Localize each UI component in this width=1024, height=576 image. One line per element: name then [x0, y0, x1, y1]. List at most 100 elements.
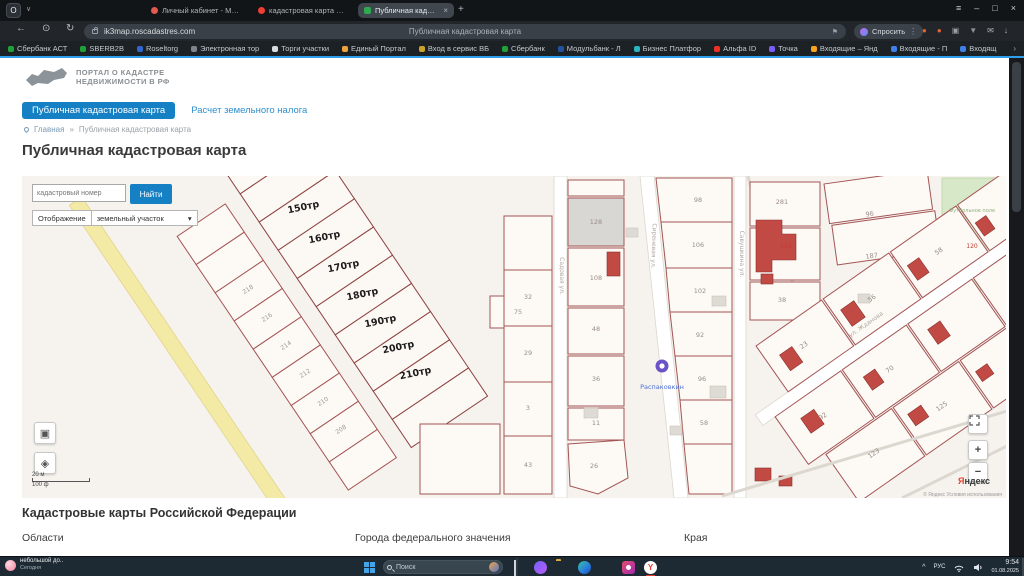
display-label: Отображение — [32, 210, 92, 226]
bookmark-item[interactable]: Входящие – Янд — [810, 44, 878, 53]
volume-icon[interactable] — [973, 563, 983, 572]
tab-favicon — [151, 7, 158, 14]
bookmarks-overflow-chevron[interactable]: › — [1013, 44, 1016, 53]
window-menu-icon[interactable]: ≡ — [956, 3, 961, 13]
map-label: 26 — [590, 462, 598, 470]
map-label: 36 — [592, 375, 600, 383]
yandex-letter: Y — [647, 562, 654, 572]
edge-icon[interactable] — [578, 560, 591, 574]
bookmark-label: Бизнес Платфор — [642, 44, 702, 53]
scrollbar-thumb[interactable] — [1012, 62, 1021, 212]
new-tab-button[interactable]: + — [458, 4, 464, 15]
hidden-icons-chevron[interactable]: ^ — [922, 564, 925, 571]
task-view-icon[interactable] — [512, 559, 525, 576]
bookmark-item[interactable]: Бизнес Платфор — [633, 44, 702, 53]
window-close-icon[interactable]: × — [1011, 3, 1016, 13]
bookmark-flag-icon[interactable]: ⚑ — [832, 28, 838, 36]
tab-1[interactable]: Личный кабинет - Мое о — [145, 3, 249, 18]
browser-logo-button[interactable]: O — [6, 3, 21, 18]
weather-icon — [5, 559, 16, 571]
tab-close-icon[interactable]: × — [443, 6, 448, 15]
site-mode-icon[interactable]: ⊙ — [42, 23, 50, 34]
map-label: 96 — [865, 209, 874, 218]
bookmark-item[interactable]: Альфа ID — [714, 44, 756, 53]
footer-link-federal-cities[interactable]: Города федерального значения — [355, 532, 511, 544]
bookmark-favicon — [714, 45, 721, 52]
footer-heading: Кадастровые карты Российской Федерации — [22, 506, 297, 520]
yandex-logo[interactable]: Яндекс — [958, 476, 990, 486]
tab-2[interactable]: кадастровая карта — Ян — [252, 3, 354, 18]
bookmark-item[interactable]: Единый Портал — [342, 44, 406, 53]
bookmark-item[interactable]: Торги участки — [272, 44, 329, 53]
map-label: 120 — [966, 243, 978, 250]
bookmark-item[interactable]: Электронная тор — [191, 44, 259, 53]
map-layers-button[interactable]: ▣ — [34, 422, 56, 444]
tab-favicon — [364, 7, 371, 14]
extension-icon-2[interactable]: ● — [937, 25, 942, 37]
store-icon[interactable] — [600, 561, 613, 574]
taskbar-clock[interactable]: 9:54 01.08.2025 — [991, 559, 1019, 575]
copilot-icon[interactable] — [534, 560, 547, 574]
taskbar-icons: Y — [512, 559, 657, 576]
cadastral-number-input[interactable] — [32, 184, 126, 202]
url-field[interactable]: ik3map.roscadastres.com Публичная кадаст… — [84, 24, 846, 39]
site-header: ПОРТАЛ О КАДАСТРЕ НЕДВИЖИМОСТИ В РФ — [24, 64, 170, 90]
map-label: 11 — [592, 419, 600, 427]
parcel[interactable] — [419, 423, 501, 495]
extension-icon-3[interactable]: ▣ — [952, 25, 960, 37]
more-options-icon[interactable]: ⋮ — [909, 27, 917, 36]
breadcrumb-home[interactable]: Главная — [34, 125, 64, 134]
bookmark-item[interactable]: Входящ — [960, 44, 996, 53]
bookmark-item[interactable]: Точка — [769, 44, 798, 53]
footer-link-krais[interactable]: Края — [684, 532, 707, 544]
cadastral-map[interactable]: 150тр 160тр 170тр 180тр 190тр 200тр 210тр 218 21… — [22, 176, 1006, 498]
chevron-down-icon: ▾ — [187, 213, 192, 223]
yandex-browser-icon[interactable]: Y — [644, 560, 657, 576]
bookmark-item[interactable]: Модульбанк - Л — [557, 44, 621, 53]
breadcrumb-current: Публичная кадастровая карта — [78, 125, 192, 134]
nav-link-land-tax[interactable]: Расчет земельного налога — [191, 105, 307, 116]
search-icon — [387, 564, 392, 570]
fullscreen-button[interactable] — [968, 414, 988, 434]
map-search-button[interactable]: Найти — [130, 184, 172, 204]
webpage: ПОРТАЛ О КАДАСТРЕ НЕДВИЖИМОСТИ В РФ Публ… — [0, 58, 1024, 556]
bookmark-item[interactable]: Вход в сервис ВБ — [418, 44, 489, 53]
bookmark-favicon — [502, 45, 509, 52]
file-explorer-icon[interactable] — [556, 561, 569, 574]
extension-icon-6[interactable]: ↓ — [1004, 25, 1008, 37]
bookmark-item[interactable]: Сбербанк АСТ — [8, 44, 67, 53]
footer-link-regions[interactable]: Области — [22, 532, 64, 544]
window-minimize-icon[interactable]: – — [974, 3, 979, 13]
extension-icon-1[interactable]: ● — [922, 25, 927, 37]
page-scrollbar[interactable] — [1009, 58, 1024, 556]
map-3d-view-button[interactable]: ◈ — [34, 452, 56, 474]
weather-widget[interactable]: небольшой до.. Сегодня — [5, 558, 63, 572]
nav-tab-public-map[interactable]: Публичная кадастровая карта — [22, 102, 176, 119]
display-select[interactable]: земельный участок ▾ — [91, 210, 198, 226]
back-icon[interactable]: ← — [16, 23, 26, 34]
language-indicator[interactable]: РУС — [933, 564, 945, 570]
tab-3-active[interactable]: Публичная кадастров × — [358, 3, 454, 18]
start-button[interactable] — [364, 562, 375, 573]
ask-assistant-button[interactable]: Спросить ⋮ — [854, 24, 924, 39]
bookmark-item[interactable]: Сбербанк — [502, 44, 545, 53]
ask-label: Спросить — [872, 27, 906, 36]
refresh-icon[interactable]: ↻ — [66, 23, 74, 34]
zoom-in-button[interactable]: + — [968, 440, 988, 460]
photos-icon[interactable] — [622, 560, 635, 574]
extension-icon-4[interactable]: ▼ — [969, 25, 977, 37]
bookmark-item[interactable]: Roseltorg — [136, 44, 178, 53]
window-restore-icon[interactable]: □ — [992, 3, 997, 13]
taskbar-search[interactable]: Поиск — [383, 560, 503, 574]
map-label: Распаковкин — [640, 383, 684, 391]
poi-marker[interactable] — [655, 359, 669, 373]
wifi-icon[interactable] — [953, 563, 965, 572]
bookmark-item[interactable]: SBERB2B — [80, 44, 124, 53]
tab-title: Личный кабинет - Мое о — [162, 6, 243, 15]
tab-list-chevron-icon[interactable]: ∨ — [26, 5, 31, 13]
tab-favicon — [258, 7, 265, 14]
extension-icon-5[interactable]: ✉ — [987, 25, 994, 37]
site-logo-line2: НЕДВИЖИМОСТИ В РФ — [76, 77, 170, 86]
bookmark-favicon — [136, 45, 143, 52]
bookmark-item[interactable]: Входящие - П — [890, 44, 947, 53]
